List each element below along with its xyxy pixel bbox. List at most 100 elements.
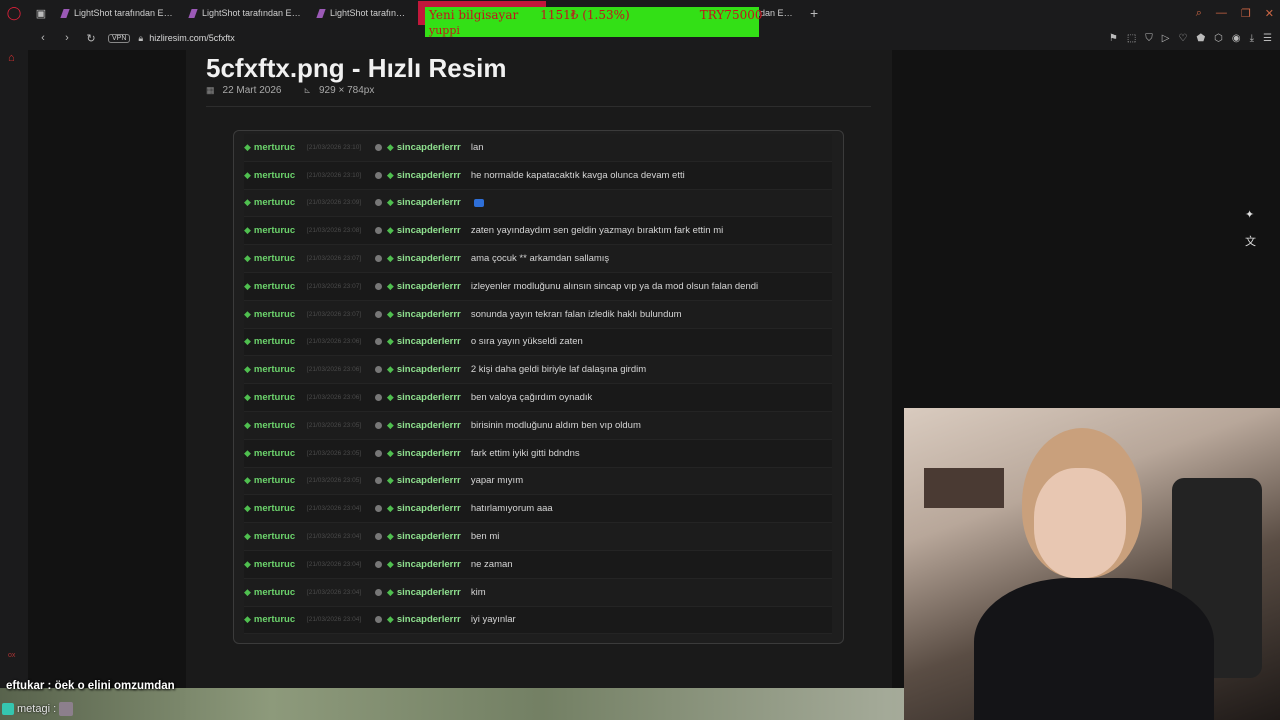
chat-sender: sincapderlerrr — [396, 280, 461, 292]
maximize-icon[interactable]: ❐ — [1241, 7, 1251, 20]
user-badge-icon: ◆ — [244, 475, 251, 486]
chat-message-text: ama çocuk ** arkamdan sallamış — [470, 253, 610, 265]
chat-row: ◆ merturuc [21/03/2026 23:06] ◆ sincapderler… — [244, 384, 832, 412]
chat-sender: sincapderlerrr — [396, 308, 461, 320]
image-meta: ▦ 22 Mart 2026 ⊾ 929 × 784px — [206, 85, 374, 96]
chat-owner: merturuc — [253, 392, 296, 404]
snapshot-icon[interactable]: ⬚ — [1127, 33, 1136, 44]
tab-menu-icon[interactable]: ▣ — [28, 0, 54, 26]
chat-timestamp: [21/03/2026 23:10] — [306, 143, 362, 151]
chat-owner: merturuc — [253, 586, 296, 598]
minimize-icon[interactable]: — — [1216, 7, 1227, 19]
lock-icon[interactable]: 🔒︎ — [138, 33, 143, 44]
chat-owner: merturuc — [253, 447, 296, 459]
user-badge-icon: ◆ — [244, 503, 251, 514]
bookmark-icon[interactable]: ⚑ — [1109, 33, 1118, 44]
search-tabs-icon[interactable]: ⌕ — [1196, 7, 1202, 20]
sender-badge-icon: ◆ — [386, 503, 394, 514]
chat-row: ◆ merturuc [21/03/2026 23:04] ◆ sincapderler… — [244, 495, 832, 524]
close-window-icon[interactable]: ✕ — [1265, 7, 1274, 20]
user-badge-icon: ◆ — [244, 197, 251, 208]
lightshot-icon — [316, 8, 326, 18]
chat-owner: merturuc — [253, 225, 296, 237]
webcam-body — [974, 578, 1214, 720]
stream-chat-message: eftukar : öek o elini omzumdan — [6, 680, 175, 692]
chat-badge-icon — [2, 703, 14, 715]
chat-row: ◆ merturuc [21/03/2026 23:05] ◆ sincapderler… — [244, 467, 832, 496]
tab-label: LightShot tarafından Ekran — [74, 8, 174, 18]
sender-badge-icon: ◆ — [386, 280, 394, 291]
chat-message-text: izleyenler modluğunu alınsın sincap vıp … — [470, 280, 759, 292]
sender-badge-icon: ◆ — [386, 225, 394, 236]
status-dot-icon — [374, 505, 382, 513]
chat-sender: sincapderlerrr — [396, 586, 461, 598]
heart-icon[interactable]: ♡ — [1178, 33, 1187, 44]
reload-icon[interactable]: ↻ — [82, 32, 100, 45]
status-dot-icon — [374, 282, 382, 290]
chat-sender: sincapderlerrr — [396, 531, 461, 543]
vpn-badge[interactable]: VPN — [108, 33, 131, 43]
chat-timestamp: [21/03/2026 23:06] — [306, 366, 362, 374]
user-badge-icon: ◆ — [244, 253, 251, 264]
ruler-icon: ⊾ — [303, 85, 311, 95]
goal-amount: 1151₺ (1.53%) — [540, 8, 630, 22]
user-badge-icon: ◆ — [244, 447, 251, 458]
chat-row: ◆ merturuc [21/03/2026 23:04] ◆ sincapderler… — [244, 523, 832, 551]
chat-owner: merturuc — [253, 141, 296, 153]
url-field[interactable]: hizliresim.com/5cfxftx — [149, 33, 235, 43]
chat-owner: merturuc — [253, 475, 296, 487]
profile-icon[interactable]: ◉ — [1232, 33, 1241, 44]
sidebar-bag-icon[interactable]: ⌂ — [8, 52, 15, 64]
download-icon[interactable]: ⤓ — [1250, 33, 1254, 44]
shield-icon[interactable]: ⛉ — [1145, 33, 1153, 44]
extensions-icon[interactable]: ⬡ — [1214, 33, 1223, 44]
stream-chat-message-2: metagi : — [2, 702, 74, 716]
browser-tab[interactable]: LightShot tarafından Ekra — [310, 1, 418, 25]
chat-timestamp: [21/03/2026 23:05] — [306, 421, 362, 429]
chat-message-text: kim — [470, 586, 486, 598]
status-dot-icon — [374, 227, 382, 235]
user-badge-icon: ◆ — [244, 308, 251, 319]
stream-chat-user: metagi : — [17, 703, 57, 715]
sender-badge-icon: ◆ — [386, 392, 394, 403]
game-footage-strip — [0, 688, 904, 720]
tab-label: LightShot tarafından Ekra — [330, 8, 410, 18]
chat-sender: sincapderlerrr — [396, 169, 461, 181]
translate-icon[interactable]: 文 — [1245, 233, 1256, 249]
opera-logo-icon[interactable]: ◯ — [0, 0, 28, 26]
status-dot-icon — [374, 560, 382, 568]
status-dot-icon — [374, 449, 382, 457]
chat-message-text: birisinin modluğunu aldım ben vıp oldum — [470, 419, 641, 431]
new-tab-button[interactable]: + — [802, 5, 826, 21]
user-badge-icon: ◆ — [244, 614, 251, 625]
adblock-icon[interactable]: ⬟ — [1196, 33, 1205, 44]
browser-tab[interactable]: LightShot tarafından Ekran — [54, 1, 182, 25]
forward-icon[interactable]: › — [58, 32, 76, 44]
page-title: 5cfxftx.png - Hızlı Resim — [206, 53, 507, 83]
chat-message-text: 2 kişi daha geldi biriyle laf dalaşına g… — [470, 364, 647, 376]
status-dot-icon — [374, 199, 382, 207]
play-icon[interactable]: ▷ — [1162, 33, 1170, 44]
divider — [206, 106, 871, 107]
chat-owner: merturuc — [253, 336, 296, 348]
lightshot-icon — [60, 8, 70, 18]
back-icon[interactable]: ‹ — [34, 32, 52, 44]
chat-row: ◆ merturuc [21/03/2026 23:04] ◆ sincapderler… — [244, 578, 832, 607]
chat-sender: sincapderlerrr — [396, 475, 461, 487]
chat-owner: merturuc — [253, 280, 296, 292]
menu-icon[interactable]: ☰ — [1263, 33, 1272, 44]
chat-timestamp: [21/03/2026 23:07] — [306, 310, 362, 318]
sparkle-icon[interactable]: ✦ — [1245, 208, 1256, 221]
calendar-icon: ▦ — [206, 85, 215, 95]
chat-row: ◆ merturuc [21/03/2026 23:07] ◆ sincapderler… — [244, 245, 832, 273]
webcam-face — [1034, 468, 1126, 578]
status-dot-icon — [374, 421, 382, 429]
donation-goal-banner: Yeni bilgisayar 1151₺ (1.53%) TRY75000 y… — [425, 7, 762, 37]
chat-message-text: ben mi — [470, 531, 500, 543]
status-dot-icon — [374, 255, 382, 263]
chat-sender: sincapderlerrr — [396, 225, 461, 237]
sender-badge-icon: ◆ — [386, 419, 394, 430]
chat-timestamp: [21/03/2026 23:04] — [306, 588, 362, 596]
browser-tab[interactable]: LightShot tarafından Ekran — [182, 1, 310, 25]
sender-badge-icon: ◆ — [386, 141, 394, 152]
